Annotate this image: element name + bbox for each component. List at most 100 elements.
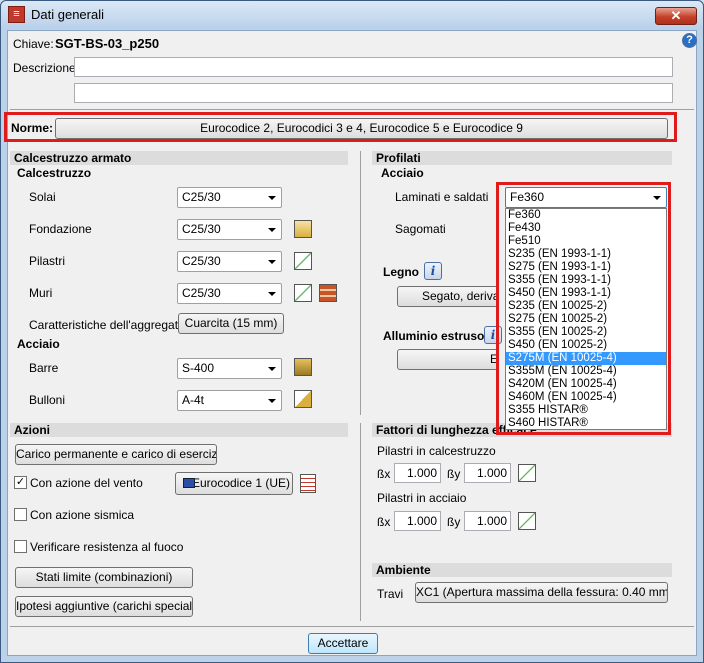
window-title: Dati generali	[31, 7, 104, 22]
descrizione-field-line2[interactable]	[74, 83, 673, 103]
laminati-select[interactable]: Fe360	[505, 187, 667, 208]
fondazione-edit-icon[interactable]	[294, 220, 312, 238]
dropdown-option[interactable]: S275M (EN 10025-4)	[506, 352, 666, 365]
chevron-down-icon	[268, 367, 276, 371]
calc-by-field[interactable]: 1.000	[464, 463, 511, 483]
check-icon: ✓	[15, 476, 26, 488]
stati-limite-button[interactable]: Stati limite (combinazioni)	[15, 567, 193, 588]
calc-edit-icon[interactable]	[518, 464, 536, 482]
vento-norma-button[interactable]: Eurocodice 1 (UE)	[175, 472, 293, 495]
chiave-label: Chiave:	[13, 37, 54, 51]
divider	[10, 109, 694, 110]
calc-bx-field[interactable]: 1.000	[394, 463, 441, 483]
bulloni-label: Bulloni	[29, 393, 66, 407]
sagomati-label: Sagomati	[395, 222, 446, 236]
dropdown-option[interactable]: S460 HISTAR®	[506, 417, 666, 430]
acc-bx-field[interactable]: 1.000	[394, 511, 441, 531]
chevron-down-icon	[268, 228, 276, 232]
bulloni-edit-icon[interactable]	[294, 390, 312, 408]
profilati-acciaio-title: Acciaio	[381, 166, 424, 180]
muri-value: C25/30	[182, 286, 221, 300]
accept-button[interactable]: Accettare	[308, 633, 378, 654]
sismica-checkbox[interactable]	[14, 508, 27, 521]
acc-bx-label: ßx	[377, 515, 391, 529]
muri-label: Muri	[29, 286, 53, 300]
dropdown-option[interactable]: S235 (EN 1993-1-1)	[506, 248, 666, 261]
barre-label: Barre	[29, 361, 59, 375]
section-ambiente: Ambiente	[372, 563, 672, 577]
acc-by-field[interactable]: 1.000	[464, 511, 511, 531]
vento-checkbox[interactable]: ✓	[14, 476, 27, 489]
dropdown-option[interactable]: S275 (EN 10025-2)	[506, 313, 666, 326]
pilastri-acciaio-label: Pilastri in acciaio	[377, 491, 467, 505]
barre-value: S-400	[182, 361, 215, 375]
bulloni-value: A-4t	[182, 393, 205, 407]
legno-title: Legno	[383, 265, 419, 279]
dropdown-option[interactable]: S420M (EN 10025-4)	[506, 378, 666, 391]
chevron-down-icon	[653, 196, 661, 200]
dropdown-option[interactable]: S275 (EN 1993-1-1)	[506, 261, 666, 274]
dropdown-option[interactable]: S235 (EN 10025-2)	[506, 300, 666, 313]
dropdown-option[interactable]: S460M (EN 10025-4)	[506, 391, 666, 404]
section-profilati: Profilati	[372, 151, 672, 165]
chiave-value: SGT-BS-03_p250	[55, 36, 160, 51]
help-icon[interactable]: ?	[682, 33, 697, 48]
dropdown-option[interactable]: Fe510	[506, 235, 666, 248]
dialog-window: ≡ Dati generali ✕ Chiave: SGT-BS-03_p250…	[0, 0, 704, 663]
dialog-body: Chiave: SGT-BS-03_p250 ? Descrizione: No…	[4, 30, 697, 656]
laminati-value: Fe360	[510, 190, 545, 204]
norme-button[interactable]: Eurocodice 2, Eurocodici 3 e 4, Eurocodi…	[55, 118, 668, 139]
carico-button[interactable]: Carico permanente e carico di esercizio	[15, 444, 217, 465]
chevron-down-icon	[268, 399, 276, 403]
alluminio-button[interactable]: E	[397, 349, 499, 370]
dropdown-option[interactable]: Fe430	[506, 222, 666, 235]
aggregato-button[interactable]: Cuarcita (15 mm)	[178, 313, 284, 334]
pilastri-label: Pilastri	[29, 254, 66, 268]
fuoco-checkbox[interactable]	[14, 540, 27, 553]
acc-edit-icon[interactable]	[518, 512, 536, 530]
descrizione-field-line1[interactable]	[74, 57, 673, 77]
muri-select[interactable]: C25/30	[177, 283, 282, 304]
ipotesi-button[interactable]: Ipotesi aggiuntive (carichi speciali)	[15, 596, 193, 617]
muri-brick-icon[interactable]	[319, 284, 337, 302]
chevron-down-icon	[268, 196, 276, 200]
solai-select[interactable]: C25/30	[177, 187, 282, 208]
pilastri-value: C25/30	[182, 254, 221, 268]
dropdown-option[interactable]: S450 (EN 10025-2)	[506, 339, 666, 352]
title-bar[interactable]: ≡ Dati generali ✕	[1, 1, 703, 29]
chevron-down-icon	[268, 292, 276, 296]
calc-bx-label: ßx	[377, 467, 391, 481]
eu-flag-icon	[183, 478, 195, 488]
muri-edit-icon[interactable]	[294, 284, 312, 302]
barre-select[interactable]: S-400	[177, 358, 282, 379]
alluminio-title: Alluminio estruso	[383, 329, 485, 343]
fondazione-value: C25/30	[182, 222, 221, 236]
dropdown-option[interactable]: S450 (EN 1993-1-1)	[506, 287, 666, 300]
calcestruzzo-title: Calcestruzzo	[17, 166, 92, 180]
close-button[interactable]: ✕	[655, 7, 697, 25]
legno-button[interactable]: Segato, derivame	[397, 286, 499, 307]
travi-button[interactable]: XC1 (Apertura massima della fessura: 0.4…	[415, 582, 668, 603]
dropdown-option[interactable]: S355 HISTAR®	[506, 404, 666, 417]
solai-value: C25/30	[182, 190, 221, 204]
calc-by-label: ßy	[447, 467, 461, 481]
app-icon: ≡	[8, 6, 25, 23]
dropdown-option[interactable]: S355M (EN 10025-4)	[506, 365, 666, 378]
fondazione-label: Fondazione	[29, 222, 92, 236]
barre-settings-icon[interactable]	[294, 358, 312, 376]
vento-table-icon[interactable]	[300, 474, 316, 493]
dropdown-option[interactable]: Fe360	[506, 209, 666, 222]
dropdown-option[interactable]: S355 (EN 1993-1-1)	[506, 274, 666, 287]
legno-info-icon[interactable]: i	[424, 262, 442, 280]
acciaio-title: Acciaio	[17, 337, 60, 351]
pilastri-edit-icon[interactable]	[294, 252, 312, 270]
pilastri-select[interactable]: C25/30	[177, 251, 282, 272]
section-calcestruzzo-armato: Calcestruzzo armato	[10, 151, 348, 165]
norme-label: Norme:	[11, 121, 54, 135]
vento-norma-label: Eurocodice 1 (UE)	[191, 476, 291, 490]
fondazione-select[interactable]: C25/30	[177, 219, 282, 240]
bulloni-select[interactable]: A-4t	[177, 390, 282, 411]
fuoco-label: Verificare resistenza al fuoco	[30, 540, 184, 554]
dropdown-option[interactable]: S355 (EN 10025-2)	[506, 326, 666, 339]
solai-label: Solai	[29, 190, 56, 204]
